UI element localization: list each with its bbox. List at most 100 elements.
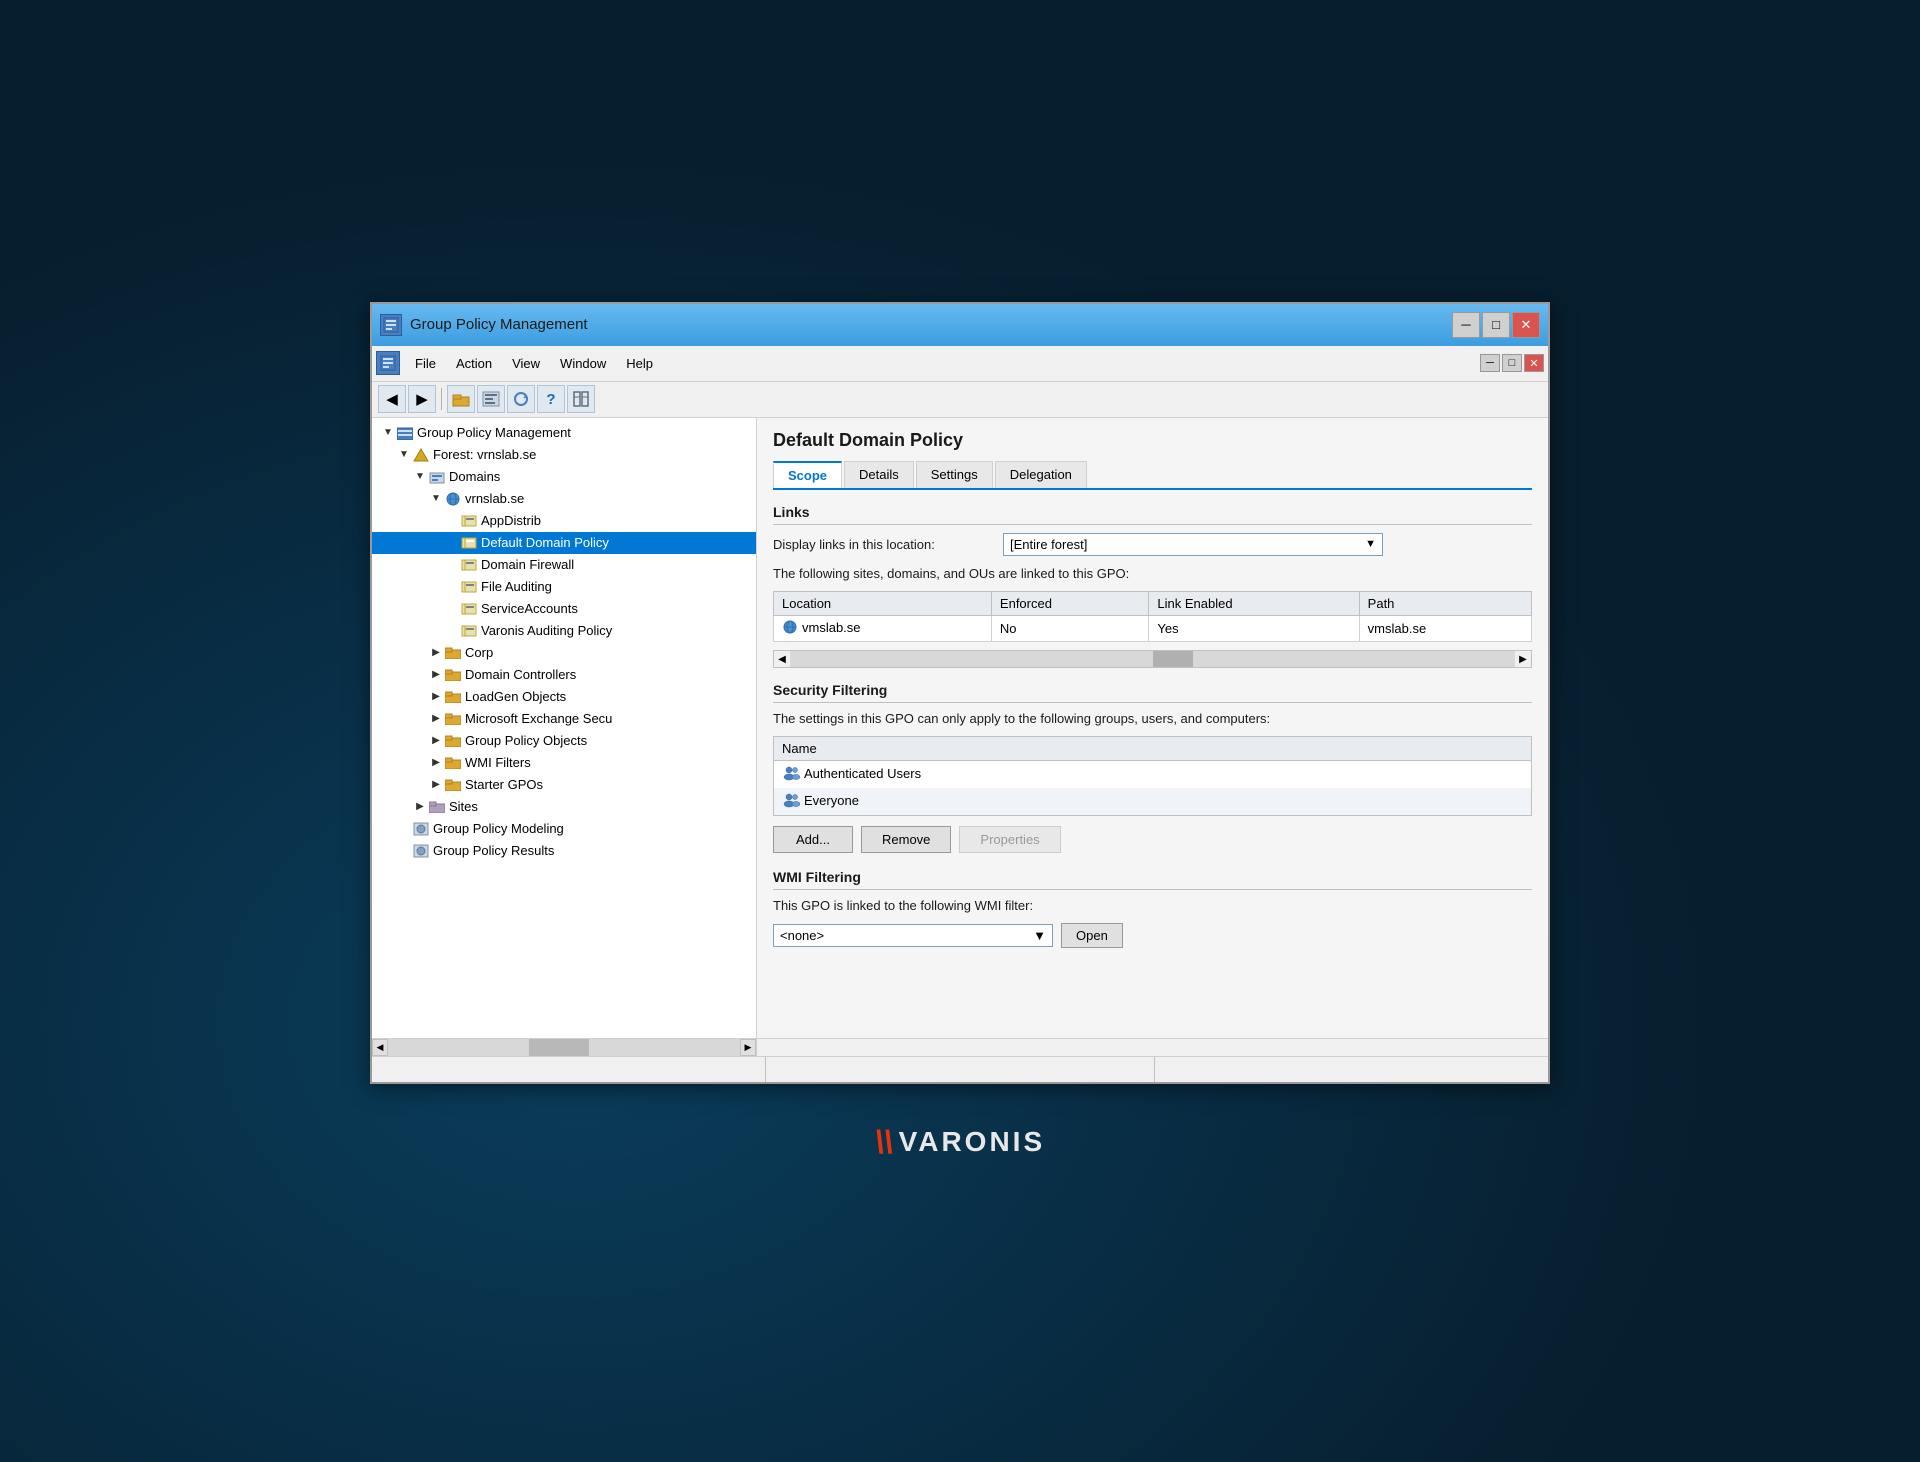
wmi-dropdown-arrow-icon: ▼: [1033, 928, 1046, 943]
tree-domain-vrnslab[interactable]: ▼ vrnslab.se: [372, 488, 756, 510]
authenticated-users-cell: Authenticated Users: [774, 761, 1532, 789]
scroll-right-btn[interactable]: ▶: [1515, 651, 1531, 667]
menu-minimize-btn[interactable]: ─: [1480, 354, 1500, 372]
tree-appdistrib[interactable]: AppDistrib: [372, 510, 756, 532]
minimize-button[interactable]: ─: [1452, 312, 1480, 338]
tree-loadgen[interactable]: ▶ LoadGen Objects: [372, 686, 756, 708]
fa-label: File Auditing: [481, 579, 552, 594]
tree-varonis-auditing[interactable]: Varonis Auditing Policy: [372, 620, 756, 642]
wmi-dropdown-value: <none>: [780, 928, 824, 943]
display-links-row: Display links in this location: [Entire …: [773, 533, 1532, 556]
gpr-label: Group Policy Results: [433, 843, 554, 858]
display-links-label: Display links in this location:: [773, 537, 1003, 552]
tree-group-policy-objects[interactable]: ▶ Group Policy Objects: [372, 730, 756, 752]
tree-corp[interactable]: ▶ Corp: [372, 642, 756, 664]
left-scroll-thumb: [529, 1039, 589, 1056]
gpr-icon: [412, 842, 430, 860]
add-button[interactable]: Add...: [773, 826, 853, 853]
links-info-text: The following sites, domains, and OUs ar…: [773, 566, 1532, 581]
action-menu[interactable]: Action: [447, 352, 501, 375]
location-dropdown-value: [Entire forest]: [1010, 537, 1087, 552]
tree-exchange[interactable]: ▶ Microsoft Exchange Secu: [372, 708, 756, 730]
everyone-row[interactable]: Everyone: [774, 788, 1532, 816]
domain-row-icon: [782, 620, 798, 634]
tree-domains[interactable]: ▼ Domains: [372, 466, 756, 488]
left-scroll-right-btn[interactable]: ▶: [740, 1039, 756, 1056]
toolbar: ◀ ▶: [372, 382, 1548, 418]
ddp-label: Default Domain Policy: [481, 535, 609, 550]
tree-wmi-filters[interactable]: ▶ WMI Filters: [372, 752, 756, 774]
gpo-folder-label: Group Policy Objects: [465, 733, 587, 748]
menu-close-btn[interactable]: ✕: [1524, 354, 1544, 372]
up-button[interactable]: [447, 385, 475, 413]
domain-expand-icon: ▼: [428, 493, 444, 504]
properties-button[interactable]: Properties: [959, 826, 1060, 853]
security-buttons: Add... Remove Properties: [773, 826, 1532, 853]
window-title: Group Policy Management: [410, 316, 588, 333]
dc-expand-icon: ▶: [428, 669, 444, 680]
tree-domain-firewall[interactable]: Links Domain Firewall: [372, 554, 756, 576]
link-enabled-cell: Yes: [1149, 615, 1359, 642]
gpm-icon: [412, 820, 430, 838]
status-section-3: [1155, 1057, 1544, 1082]
columns-button[interactable]: [567, 385, 595, 413]
tree-panel: ▼ Group Policy Management ▼: [372, 418, 757, 1038]
security-info-text: The settings in this GPO can only apply …: [773, 711, 1532, 726]
back-button[interactable]: ◀: [378, 385, 406, 413]
tree-sites[interactable]: ▶ Sites: [372, 796, 756, 818]
tree-default-domain-policy[interactable]: Default Domain Policy: [372, 532, 756, 554]
tree-file-auditing[interactable]: File Auditing: [372, 576, 756, 598]
forward-button[interactable]: ▶: [408, 385, 436, 413]
tree-root[interactable]: ▼ Group Policy Management: [372, 422, 756, 444]
tree-gp-modeling[interactable]: Group Policy Modeling: [372, 818, 756, 840]
gpo-folder-icon: [444, 732, 462, 750]
sa-icon: [460, 600, 478, 618]
help-menu[interactable]: Help: [617, 352, 662, 375]
console-button[interactable]: [477, 385, 505, 413]
enforced-col-header: Enforced: [991, 591, 1149, 615]
refresh-button[interactable]: [507, 385, 535, 413]
location-dropdown[interactable]: [Entire forest] ▼: [1003, 533, 1383, 556]
dc-label: Domain Controllers: [465, 667, 576, 682]
menu-restore-btn[interactable]: □: [1502, 354, 1522, 372]
scroll-left-btn[interactable]: ◀: [774, 651, 790, 667]
authenticated-users-row[interactable]: Authenticated Users: [774, 761, 1532, 789]
wmi-filter-dropdown[interactable]: <none> ▼: [773, 924, 1053, 947]
left-scroll-left-btn[interactable]: ◀: [372, 1039, 388, 1056]
wmi-open-button[interactable]: Open: [1061, 923, 1123, 948]
sg-expand-icon: ▶: [428, 779, 444, 790]
tab-settings[interactable]: Settings: [916, 461, 993, 488]
file-menu[interactable]: File: [406, 352, 445, 375]
help-button[interactable]: ?: [537, 385, 565, 413]
table-scrollbar[interactable]: ◀ ▶: [773, 650, 1532, 668]
tab-scope[interactable]: Scope: [773, 461, 842, 488]
tree-forest[interactable]: ▼ Forest: vrnslab.se: [372, 444, 756, 466]
tab-bar: Scope Details Settings Delegation: [773, 461, 1532, 490]
sites-icon: [428, 798, 446, 816]
domains-icon: [428, 468, 446, 486]
varonis-logo: \\ VARONIS: [875, 1124, 1045, 1161]
wmi-header: WMI Filtering: [773, 869, 1532, 890]
enforced-cell: No: [991, 615, 1149, 642]
tree-service-accounts[interactable]: ServiceAccounts: [372, 598, 756, 620]
tree-domain-controllers[interactable]: ▶ Domain Controllers: [372, 664, 756, 686]
tree-gp-results[interactable]: Group Policy Results: [372, 840, 756, 862]
close-button[interactable]: ✕: [1512, 312, 1540, 338]
left-h-scrollbar[interactable]: ◀ ▶: [372, 1039, 757, 1056]
view-menu[interactable]: View: [503, 352, 549, 375]
root-label: Group Policy Management: [417, 425, 571, 440]
menu-bar: File Action View Window Help ─ □ ✕: [372, 346, 1548, 382]
everyone-cell: Everyone: [774, 788, 1532, 816]
tree-starter-gpos[interactable]: ▶ Starter GPOs: [372, 774, 756, 796]
window-menu[interactable]: Window: [551, 352, 615, 375]
everyone-icon: [782, 792, 800, 808]
remove-button[interactable]: Remove: [861, 826, 951, 853]
table-row[interactable]: vmslab.se No Yes vmslab.se: [774, 615, 1532, 642]
status-section-2: [766, 1057, 1156, 1082]
main-window: Group Policy Management ─ □ ✕ File Actio…: [370, 302, 1550, 1084]
links-section: Links Display links in this location: [E…: [773, 504, 1532, 669]
maximize-button[interactable]: □: [1482, 312, 1510, 338]
tab-details[interactable]: Details: [844, 461, 914, 488]
authenticated-users-icon: [782, 765, 800, 781]
tab-delegation[interactable]: Delegation: [995, 461, 1087, 488]
